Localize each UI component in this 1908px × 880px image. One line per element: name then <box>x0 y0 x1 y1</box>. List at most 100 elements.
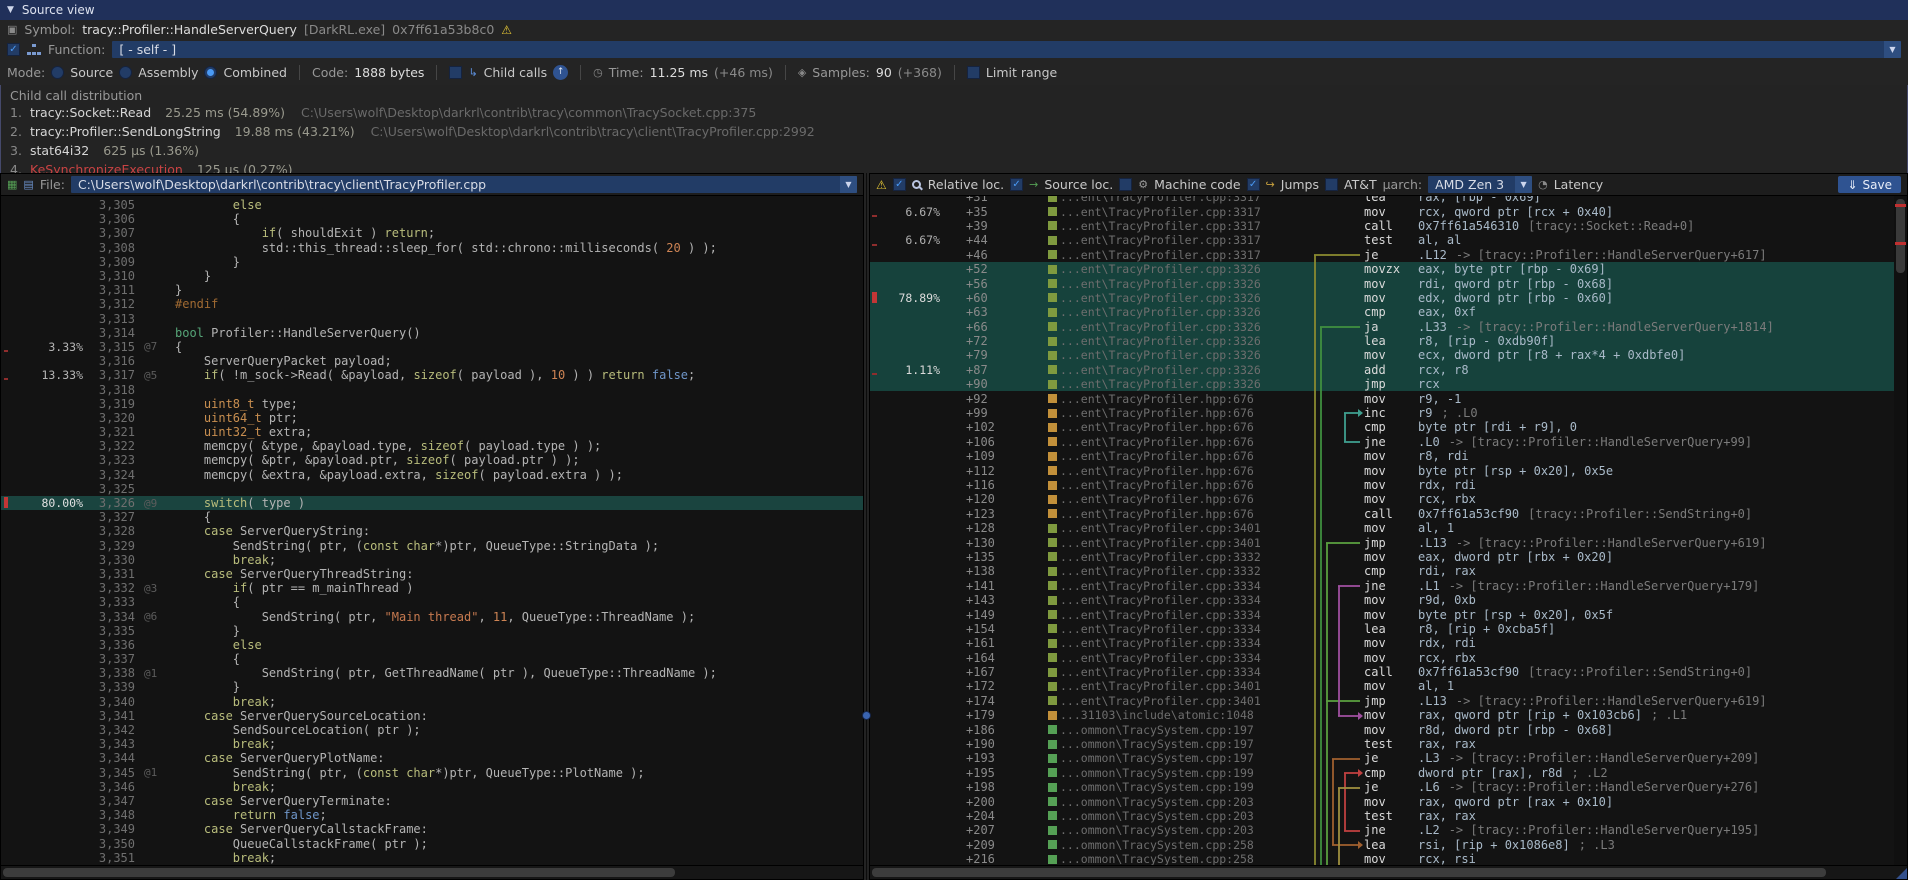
source-line[interactable]: 3,348 return false; <box>1 808 863 822</box>
asm-row[interactable]: +99...ent\TracyProfiler.hpp:676incr9; .L… <box>870 406 1907 420</box>
att-syntax-label[interactable]: AT&T <box>1344 177 1377 192</box>
source-line[interactable]: 3,347 case ServerQueryTerminate: <box>1 794 863 808</box>
radio-combined-label[interactable]: Combined <box>223 65 287 80</box>
asm-row[interactable]: +79...ent\TracyProfiler.cpp:3326movecx, … <box>870 348 1907 362</box>
source-line[interactable]: 3,314bool Profiler::HandleServerQuery() <box>1 326 863 340</box>
limit-range-checkbox[interactable]: ✓ <box>967 66 980 79</box>
window-resize-grip[interactable] <box>1896 868 1907 879</box>
asm-row[interactable]: +102...ent\TracyProfiler.hpp:676cmpbyte … <box>870 420 1907 434</box>
asm-row[interactable]: +120...ent\TracyProfiler.hpp:676movrcx, … <box>870 492 1907 506</box>
source-line[interactable]: 3,342 SendSourceLocation( ptr ); <box>1 723 863 737</box>
asm-row[interactable]: 1.11%+87...ent\TracyProfiler.cpp:3326add… <box>870 363 1907 377</box>
source-line[interactable]: 3,346 break; <box>1 780 863 794</box>
asm-row[interactable]: +39...ent\TracyProfiler.cpp:3317call0x7f… <box>870 219 1907 233</box>
child-call-row[interactable]: 2.tracy::Profiler::SendLongString19.88 m… <box>0 122 1908 141</box>
source-line[interactable]: 3,323 memcpy( &ptr, &payload.ptr, sizeof… <box>1 453 863 467</box>
source-line[interactable]: 3,320 uint64_t ptr; <box>1 411 863 425</box>
latency-label[interactable]: Latency <box>1554 177 1603 192</box>
asm-row[interactable]: +112...ent\TracyProfiler.hpp:676movbyte … <box>870 463 1907 477</box>
asm-row[interactable]: 78.89%+60...ent\TracyProfiler.cpp:3326mo… <box>870 291 1907 305</box>
source-line[interactable]: 3,333 { <box>1 595 863 609</box>
source-line[interactable]: 3.33%3,315@7{ <box>1 340 863 354</box>
source-line[interactable]: 3,330 break; <box>1 553 863 567</box>
source-line[interactable]: 3,336 else <box>1 638 863 652</box>
asm-row[interactable]: +90...ent\TracyProfiler.cpp:3326jmprcx <box>870 377 1907 391</box>
source-line[interactable]: 3,334@6 SendString( ptr, "Main thread", … <box>1 609 863 623</box>
source-view[interactable]: 3,305 else3,306 {3,307 if( shouldExit ) … <box>1 196 863 865</box>
source-loc-label[interactable]: Source loc. <box>1044 177 1113 192</box>
source-line[interactable]: 3,335 } <box>1 624 863 638</box>
source-line[interactable]: 3,332@3 if( ptr == m_mainThread ) <box>1 581 863 595</box>
source-line[interactable]: 3,311} <box>1 283 863 297</box>
asm-row[interactable]: +198...ommon\TracySystem.cpp:199je.L6-> … <box>870 780 1907 794</box>
source-line[interactable]: 13.33%3,317@5 if( !m_sock->Read( &payloa… <box>1 368 863 382</box>
asm-row[interactable]: +63...ent\TracyProfiler.cpp:3326cmpeax, … <box>870 305 1907 319</box>
source-line[interactable]: 3,316 ServerQueryPacket payload; <box>1 354 863 368</box>
source-line[interactable]: 3,329 SendString( ptr, (const char*)ptr,… <box>1 539 863 553</box>
source-line[interactable]: 3,349 case ServerQueryCallstackFrame: <box>1 822 863 836</box>
save-button[interactable]: ⇓ Save <box>1838 176 1901 193</box>
source-line[interactable]: 3,328 case ServerQueryString: <box>1 524 863 538</box>
source-line[interactable]: 3,309 } <box>1 255 863 269</box>
radio-source[interactable] <box>51 66 64 79</box>
function-combo[interactable]: [ - self - ] ▼ <box>112 41 1901 58</box>
source-line[interactable]: 3,351 break; <box>1 851 863 865</box>
asm-row[interactable]: +186...ommon\TracySystem.cpp:197movr8d, … <box>870 722 1907 736</box>
function-checkbox[interactable]: ✓ <box>7 43 20 56</box>
asm-row[interactable]: +143...ent\TracyProfiler.cpp:3334movr9d,… <box>870 593 1907 607</box>
source-line[interactable]: 3,350 QueueCallstackFrame( ptr ); <box>1 836 863 850</box>
asm-row[interactable]: +56...ent\TracyProfiler.cpp:3326movrdi, … <box>870 276 1907 290</box>
assembly-view[interactable]: +31...ent\TracyProfiler.cpp:3317learax, … <box>870 196 1907 865</box>
radio-source-label[interactable]: Source <box>70 65 113 80</box>
asm-row[interactable]: 6.67%+35...ent\TracyProfiler.cpp:3317mov… <box>870 204 1907 218</box>
asm-row[interactable]: +167...ent\TracyProfiler.cpp:3334call0x7… <box>870 665 1907 679</box>
scrollbar-thumb[interactable] <box>872 868 1826 877</box>
source-line[interactable]: 3,345@1 SendString( ptr, (const char*)pt… <box>1 766 863 780</box>
asm-row[interactable]: +200...ommon\TracySystem.cpp:203movrax, … <box>870 794 1907 808</box>
asm-row[interactable]: +190...ommon\TracySystem.cpp:197testrax,… <box>870 737 1907 751</box>
jumps-label[interactable]: Jumps <box>1281 177 1319 192</box>
scrollbar-thumb[interactable] <box>3 868 675 877</box>
source-line[interactable]: 3,305 else <box>1 198 863 212</box>
source-line[interactable]: 3,337 { <box>1 652 863 666</box>
asm-row[interactable]: +46...ent\TracyProfiler.cpp:3317je.L12->… <box>870 248 1907 262</box>
asm-row[interactable]: +138...ent\TracyProfiler.cpp:3332cmprdi,… <box>870 564 1907 578</box>
splitter-grip[interactable] <box>862 711 871 720</box>
source-line[interactable]: 3,319 uint8_t type; <box>1 397 863 411</box>
scrollbar-thumb[interactable] <box>1896 199 1905 273</box>
asm-row[interactable]: 6.67%+44...ent\TracyProfiler.cpp:3317tes… <box>870 233 1907 247</box>
source-line[interactable]: 3,313 <box>1 312 863 326</box>
machine-code-checkbox[interactable]: ✓ <box>1119 178 1132 191</box>
chevron-down-icon[interactable]: ▼ <box>840 176 857 193</box>
source-loc-checkbox[interactable]: ✓ <box>1010 178 1023 191</box>
asm-row[interactable]: +179...31103\include\atomic:1048movrax, … <box>870 708 1907 722</box>
asm-row[interactable]: +174...ent\TracyProfiler.cpp:3401jmp.L13… <box>870 694 1907 708</box>
source-line[interactable]: 3,338@1 SendString( ptr, GetThreadName( … <box>1 666 863 680</box>
uarch-combo[interactable]: AMD Zen 3 ▼ <box>1428 176 1532 193</box>
asm-row[interactable]: +72...ent\TracyProfiler.cpp:3326lear8, [… <box>870 334 1907 348</box>
child-calls-checkbox[interactable]: ✓ <box>449 66 462 79</box>
assembly-horizontal-scrollbar[interactable] <box>870 865 1907 879</box>
asm-row[interactable]: +207...ommon\TracySystem.cpp:203jne.L2->… <box>870 823 1907 837</box>
source-line[interactable]: 3,325 <box>1 482 863 496</box>
asm-row[interactable]: +149...ent\TracyProfiler.cpp:3334movbyte… <box>870 607 1907 621</box>
asm-row[interactable]: +154...ent\TracyProfiler.cpp:3334lear8, … <box>870 622 1907 636</box>
source-line[interactable]: 3,312#endif <box>1 297 863 311</box>
source-line[interactable]: 3,344 case ServerQueryPlotName: <box>1 751 863 765</box>
source-horizontal-scrollbar[interactable] <box>1 865 863 879</box>
source-line[interactable]: 80.00%3,326@9 switch( type ) <box>1 496 863 510</box>
radio-assembly-label[interactable]: Assembly <box>138 65 198 80</box>
assembly-vertical-scrollbar[interactable] <box>1894 196 1907 865</box>
child-call-row[interactable]: 1.tracy::Socket::Read25.25 ms (54.89%)C:… <box>0 103 1908 122</box>
asm-row[interactable]: +123...ent\TracyProfiler.hpp:676call0x7f… <box>870 507 1907 521</box>
asm-row[interactable]: +31...ent\TracyProfiler.cpp:3317learax, … <box>870 196 1907 204</box>
radio-combined[interactable] <box>204 66 217 79</box>
source-line[interactable]: 3,324 memcpy( &extra, &payload.extra, si… <box>1 468 863 482</box>
child-call-row[interactable]: 3.stat64i32625 μs (1.36%) <box>0 141 1908 160</box>
chevron-down-icon[interactable]: ▼ <box>1515 176 1532 193</box>
source-line[interactable]: 3,340 break; <box>1 695 863 709</box>
source-line[interactable]: 3,321 uint32_t extra; <box>1 425 863 439</box>
source-line[interactable]: 3,331 case ServerQueryThreadString: <box>1 567 863 581</box>
child-calls-label[interactable]: Child calls <box>484 65 548 80</box>
asm-row[interactable]: +106...ent\TracyProfiler.hpp:676jne.L0->… <box>870 435 1907 449</box>
